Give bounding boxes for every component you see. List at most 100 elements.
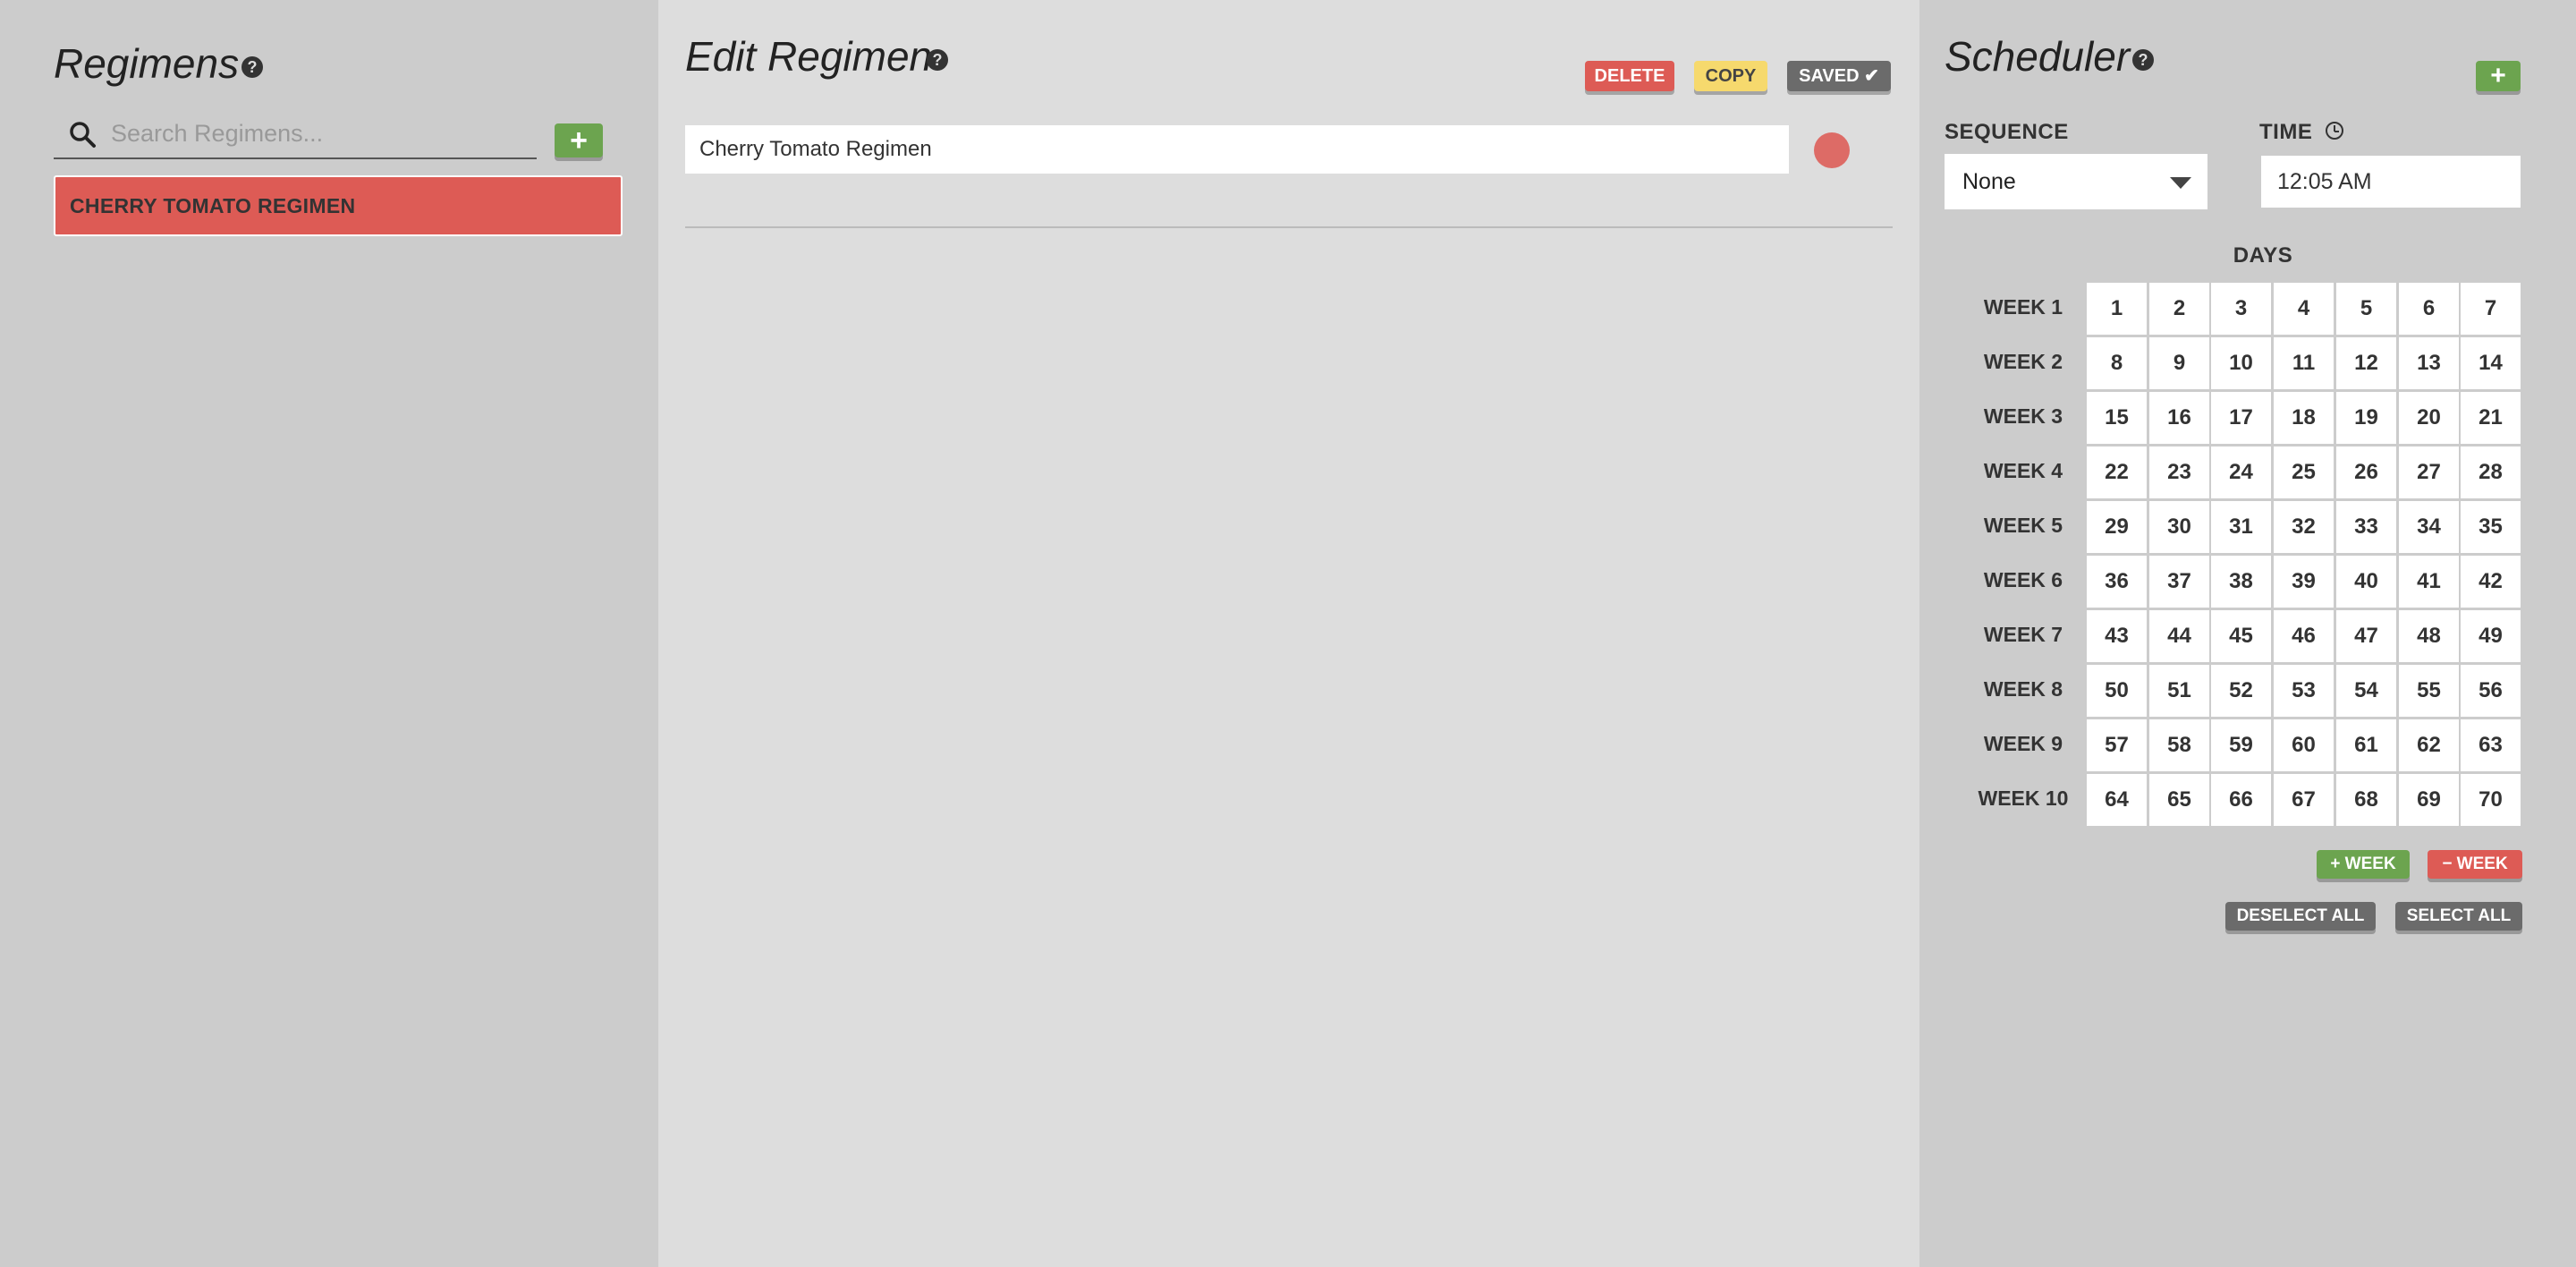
copy-button[interactable]: COPY bbox=[1694, 61, 1767, 91]
day-cell[interactable]: 62 bbox=[2399, 719, 2459, 771]
select-all-button[interactable]: SELECT ALL bbox=[2395, 902, 2522, 931]
week-label[interactable]: WEEK 5 bbox=[1952, 514, 2095, 538]
day-cell[interactable]: 53 bbox=[2274, 665, 2334, 717]
add-regimen-button[interactable]: + bbox=[555, 123, 603, 157]
day-cell[interactable]: 54 bbox=[2336, 665, 2396, 717]
day-cell[interactable]: 11 bbox=[2274, 337, 2334, 389]
add-week-button[interactable]: + WEEK bbox=[2317, 850, 2410, 879]
day-cell[interactable]: 5 bbox=[2336, 283, 2396, 335]
day-cell[interactable]: 35 bbox=[2461, 501, 2521, 553]
day-cell[interactable]: 40 bbox=[2336, 556, 2396, 608]
add-scheduler-button[interactable]: + bbox=[2476, 61, 2521, 91]
day-cell[interactable]: 46 bbox=[2274, 610, 2334, 662]
day-cell[interactable]: 23 bbox=[2149, 446, 2209, 498]
day-cell[interactable]: 16 bbox=[2149, 392, 2209, 444]
day-cell[interactable]: 2 bbox=[2149, 283, 2209, 335]
day-cell[interactable]: 34 bbox=[2399, 501, 2459, 553]
delete-button[interactable]: DELETE bbox=[1585, 61, 1674, 91]
day-cell[interactable]: 42 bbox=[2461, 556, 2521, 608]
day-cell[interactable]: 9 bbox=[2149, 337, 2209, 389]
day-cell[interactable]: 39 bbox=[2274, 556, 2334, 608]
day-cell[interactable]: 68 bbox=[2336, 774, 2396, 826]
days-header: DAYS bbox=[2233, 243, 2293, 268]
day-cell[interactable]: 70 bbox=[2461, 774, 2521, 826]
day-cell[interactable]: 69 bbox=[2399, 774, 2459, 826]
day-cell[interactable]: 3 bbox=[2211, 283, 2271, 335]
deselect-all-button[interactable]: DESELECT ALL bbox=[2225, 902, 2376, 931]
day-cell[interactable]: 49 bbox=[2461, 610, 2521, 662]
day-cell[interactable]: 13 bbox=[2399, 337, 2459, 389]
day-cell[interactable]: 15 bbox=[2087, 392, 2147, 444]
week-label[interactable]: WEEK 3 bbox=[1952, 404, 2095, 429]
regimens-panel: Regimens ? + CHERRY TOMATO REGIMEN bbox=[0, 0, 658, 1267]
day-cell[interactable]: 28 bbox=[2461, 446, 2521, 498]
day-cell[interactable]: 19 bbox=[2336, 392, 2396, 444]
day-cell[interactable]: 47 bbox=[2336, 610, 2396, 662]
day-cell[interactable]: 17 bbox=[2211, 392, 2271, 444]
day-cell[interactable]: 32 bbox=[2274, 501, 2334, 553]
scheduler-help-icon[interactable]: ? bbox=[2132, 49, 2154, 71]
day-cell[interactable]: 22 bbox=[2087, 446, 2147, 498]
day-cell[interactable]: 60 bbox=[2274, 719, 2334, 771]
day-cell[interactable]: 61 bbox=[2336, 719, 2396, 771]
day-cell[interactable]: 65 bbox=[2149, 774, 2209, 826]
week-label[interactable]: WEEK 1 bbox=[1952, 295, 2095, 319]
day-cell[interactable]: 20 bbox=[2399, 392, 2459, 444]
day-cell[interactable]: 66 bbox=[2211, 774, 2271, 826]
week-label[interactable]: WEEK 4 bbox=[1952, 459, 2095, 483]
day-cell[interactable]: 31 bbox=[2211, 501, 2271, 553]
week-label[interactable]: WEEK 7 bbox=[1952, 623, 2095, 647]
day-cell[interactable]: 21 bbox=[2461, 392, 2521, 444]
day-cell[interactable]: 8 bbox=[2087, 337, 2147, 389]
remove-week-button[interactable]: − WEEK bbox=[2428, 850, 2522, 879]
day-cell[interactable]: 14 bbox=[2461, 337, 2521, 389]
saved-button[interactable]: SAVED ✔ bbox=[1787, 61, 1891, 91]
color-picker[interactable] bbox=[1814, 132, 1850, 168]
day-cell[interactable]: 26 bbox=[2336, 446, 2396, 498]
week-label[interactable]: WEEK 10 bbox=[1952, 787, 2095, 811]
day-cell[interactable]: 56 bbox=[2461, 665, 2521, 717]
day-cell[interactable]: 4 bbox=[2274, 283, 2334, 335]
day-cell[interactable]: 58 bbox=[2149, 719, 2209, 771]
day-cell[interactable]: 12 bbox=[2336, 337, 2396, 389]
day-cell[interactable]: 44 bbox=[2149, 610, 2209, 662]
day-cell[interactable]: 43 bbox=[2087, 610, 2147, 662]
day-cell[interactable]: 52 bbox=[2211, 665, 2271, 717]
day-cell[interactable]: 27 bbox=[2399, 446, 2459, 498]
week-label[interactable]: WEEK 8 bbox=[1952, 677, 2095, 702]
search-input[interactable] bbox=[109, 116, 524, 150]
day-cell[interactable]: 29 bbox=[2087, 501, 2147, 553]
day-cell[interactable]: 1 bbox=[2087, 283, 2147, 335]
day-cell[interactable]: 6 bbox=[2399, 283, 2459, 335]
day-cell[interactable]: 33 bbox=[2336, 501, 2396, 553]
day-cell[interactable]: 63 bbox=[2461, 719, 2521, 771]
day-cell[interactable]: 64 bbox=[2087, 774, 2147, 826]
week-label[interactable]: WEEK 2 bbox=[1952, 350, 2095, 374]
sequence-select[interactable]: None bbox=[1945, 154, 2207, 209]
day-cell[interactable]: 48 bbox=[2399, 610, 2459, 662]
regimens-help-icon[interactable]: ? bbox=[242, 56, 263, 78]
day-cell[interactable]: 36 bbox=[2087, 556, 2147, 608]
edit-regimen-help-icon[interactable]: ? bbox=[927, 49, 948, 71]
time-input[interactable]: 12:05 AM bbox=[2259, 154, 2522, 209]
day-cell[interactable]: 45 bbox=[2211, 610, 2271, 662]
day-cell[interactable]: 37 bbox=[2149, 556, 2209, 608]
day-cell[interactable]: 30 bbox=[2149, 501, 2209, 553]
regimen-item[interactable]: CHERRY TOMATO REGIMEN bbox=[54, 175, 623, 236]
day-cell[interactable]: 57 bbox=[2087, 719, 2147, 771]
day-cell[interactable]: 41 bbox=[2399, 556, 2459, 608]
day-cell[interactable]: 67 bbox=[2274, 774, 2334, 826]
day-cell[interactable]: 18 bbox=[2274, 392, 2334, 444]
day-cell[interactable]: 50 bbox=[2087, 665, 2147, 717]
day-cell[interactable]: 25 bbox=[2274, 446, 2334, 498]
day-cell[interactable]: 7 bbox=[2461, 283, 2521, 335]
day-cell[interactable]: 10 bbox=[2211, 337, 2271, 389]
week-label[interactable]: WEEK 6 bbox=[1952, 568, 2095, 592]
day-cell[interactable]: 24 bbox=[2211, 446, 2271, 498]
week-label[interactable]: WEEK 9 bbox=[1952, 732, 2095, 756]
day-cell[interactable]: 51 bbox=[2149, 665, 2209, 717]
day-cell[interactable]: 59 bbox=[2211, 719, 2271, 771]
day-cell[interactable]: 38 bbox=[2211, 556, 2271, 608]
regimen-name-input[interactable] bbox=[685, 125, 1789, 174]
day-cell[interactable]: 55 bbox=[2399, 665, 2459, 717]
